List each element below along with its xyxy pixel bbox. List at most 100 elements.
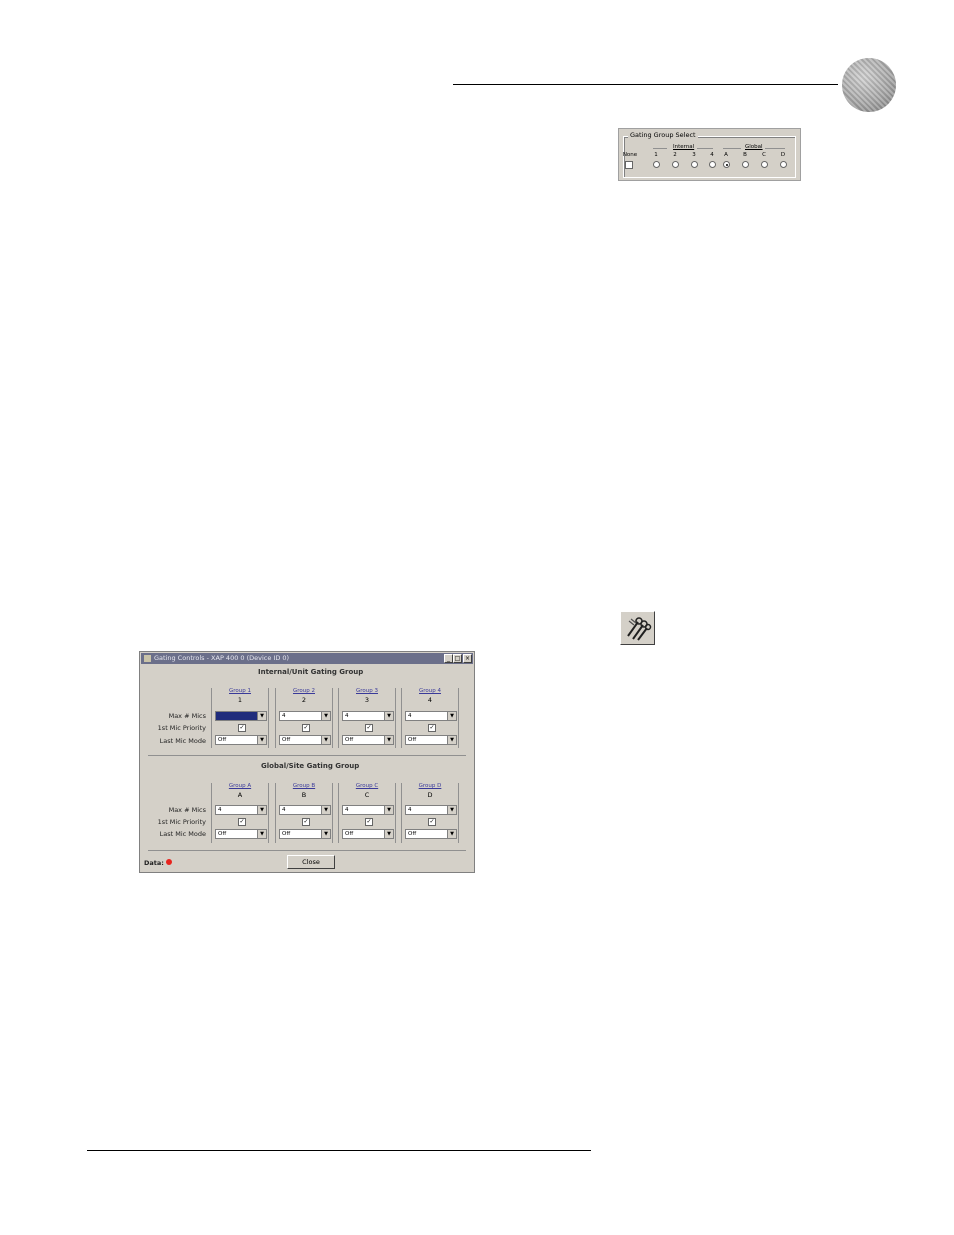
group-a-max-mics-select[interactable]: 4 ▼ <box>215 805 267 815</box>
internal-max-mics-label: Max # Mics <box>168 712 206 720</box>
group-2-link[interactable]: Group 2 <box>275 688 333 694</box>
footer-separator <box>148 850 466 851</box>
group-1-last-mic-select[interactable]: Off ▼ <box>215 735 267 745</box>
group-3-max-mics-value: 4 <box>345 713 349 719</box>
group-c-last-mic-select[interactable]: Off ▼ <box>342 829 394 839</box>
maximize-button[interactable]: □ <box>453 654 462 663</box>
close-icon: × <box>464 655 471 662</box>
group-2-priority-checkbox[interactable]: ✓ <box>302 724 310 732</box>
gating-group-select-title: Gating Group Select <box>628 131 698 139</box>
group-4-last-mic-value: Off <box>408 737 417 743</box>
group-4-last-mic-select[interactable]: Off ▼ <box>405 735 457 745</box>
chevron-down-icon: ▼ <box>321 806 330 814</box>
group-2-max-mics-value: 4 <box>282 713 286 719</box>
global-label: Global <box>745 144 763 150</box>
chevron-down-icon: ▼ <box>257 806 266 814</box>
none-checkbox[interactable] <box>625 161 633 169</box>
internal-last-mic-label: Last Mic Mode <box>159 737 206 745</box>
close-button[interactable]: Close <box>287 855 335 869</box>
group-3-link[interactable]: Group 3 <box>338 688 396 694</box>
option-label-b: B <box>743 152 747 158</box>
section-separator <box>148 755 466 756</box>
group-3-number: 3 <box>364 696 370 704</box>
chevron-down-icon: ▼ <box>384 712 393 720</box>
close-window-button[interactable]: × <box>463 654 472 663</box>
group-b-last-mic-value: Off <box>282 831 291 837</box>
group-2-max-mics-select[interactable]: 4 ▼ <box>279 711 331 721</box>
group-3-last-mic-value: Off <box>345 737 354 743</box>
chevron-down-icon: ▼ <box>447 806 456 814</box>
global-last-mic-label: Last Mic Mode <box>159 830 206 838</box>
chevron-down-icon: ▼ <box>447 830 456 838</box>
radio-group-1[interactable] <box>653 161 660 168</box>
option-label-d: D <box>780 152 786 158</box>
option-label-2: 2 <box>673 152 677 158</box>
radio-group-d[interactable] <box>780 161 787 168</box>
group-2-last-mic-value: Off <box>282 737 291 743</box>
group-c-max-mics-value: 4 <box>345 807 349 813</box>
group-d-max-mics-select[interactable]: 4 ▼ <box>405 805 457 815</box>
group-4-priority-checkbox[interactable]: ✓ <box>428 724 436 732</box>
group-d-last-mic-value: Off <box>408 831 417 837</box>
group-4-max-mics-select[interactable]: 4 ▼ <box>405 711 457 721</box>
group-d-max-mics-value: 4 <box>408 807 412 813</box>
minimize-button[interactable]: _ <box>444 654 453 663</box>
group-4-number: 4 <box>427 696 433 704</box>
group-d-last-mic-select[interactable]: Off ▼ <box>405 829 457 839</box>
window-titlebar: Gating Controls - XAP 400 0 (Device ID 0… <box>141 653 473 664</box>
group-a-priority-checkbox[interactable]: ✓ <box>238 818 246 826</box>
internal-priority-label: 1st Mic Priority <box>157 724 206 732</box>
data-status-label: Data: <box>144 859 164 867</box>
group-b-link[interactable]: Group B <box>275 783 333 789</box>
group-a-link[interactable]: Group A <box>211 783 269 789</box>
radio-group-4[interactable] <box>709 161 716 168</box>
global-section-title: Global/Site Gating Group <box>261 762 360 770</box>
chevron-down-icon: ▼ <box>447 736 456 744</box>
chevron-down-icon: ▼ <box>321 712 330 720</box>
group-a-max-mics-value: 4 <box>218 807 222 813</box>
global-priority-label: 1st Mic Priority <box>157 818 206 826</box>
global-max-mics-label: Max # Mics <box>168 806 206 814</box>
group-1-number: 1 <box>237 696 243 704</box>
group-d-link[interactable]: Group D <box>401 783 459 789</box>
group-c-max-mics-select[interactable]: 4 ▼ <box>342 805 394 815</box>
group-2-last-mic-select[interactable]: Off ▼ <box>279 735 331 745</box>
group-c-link[interactable]: Group C <box>338 783 396 789</box>
app-icon <box>144 655 151 662</box>
group-4-link[interactable]: Group 4 <box>401 688 459 694</box>
none-label: None <box>622 152 638 158</box>
group-3-priority-checkbox[interactable]: ✓ <box>365 724 373 732</box>
group-b-last-mic-select[interactable]: Off ▼ <box>279 829 331 839</box>
radio-group-2[interactable] <box>672 161 679 168</box>
header-rule <box>453 84 838 85</box>
group-c-last-mic-value: Off <box>345 831 354 837</box>
global-divider-left <box>723 148 741 149</box>
window-title: Gating Controls - XAP 400 0 (Device ID 0… <box>154 654 290 662</box>
group-b-priority-checkbox[interactable]: ✓ <box>302 818 310 826</box>
gating-tools-icon <box>627 617 652 641</box>
group-d-priority-checkbox[interactable]: ✓ <box>428 818 436 826</box>
group-1-link[interactable]: Group 1 <box>211 688 269 694</box>
radio-group-c[interactable] <box>761 161 768 168</box>
group-3-max-mics-select[interactable]: 4 ▼ <box>342 711 394 721</box>
gating-tools-button[interactable] <box>620 611 655 645</box>
gating-group-select-panel: Gating Group Select Internal Global None… <box>618 128 801 181</box>
group-1-last-mic-value: Off <box>218 737 227 743</box>
group-3-last-mic-select[interactable]: Off ▼ <box>342 735 394 745</box>
group-4-max-mics-value: 4 <box>408 713 412 719</box>
group-d-letter: D <box>427 791 433 799</box>
radio-group-a[interactable] <box>723 161 730 168</box>
group-a-letter: A <box>237 791 243 799</box>
group-c-priority-checkbox[interactable]: ✓ <box>365 818 373 826</box>
group-a-last-mic-select[interactable]: Off ▼ <box>215 829 267 839</box>
group-b-max-mics-select[interactable]: 4 ▼ <box>279 805 331 815</box>
data-status-led <box>166 859 172 865</box>
group-2-number: 2 <box>301 696 307 704</box>
radio-group-b[interactable] <box>742 161 749 168</box>
radio-group-3[interactable] <box>691 161 698 168</box>
speaker-grille-logo-icon <box>842 58 896 112</box>
chevron-down-icon: ▼ <box>257 712 266 720</box>
internal-label: Internal <box>673 144 695 150</box>
group-1-priority-checkbox[interactable]: ✓ <box>238 724 246 732</box>
group-1-max-mics-select[interactable]: ▼ <box>215 711 267 721</box>
